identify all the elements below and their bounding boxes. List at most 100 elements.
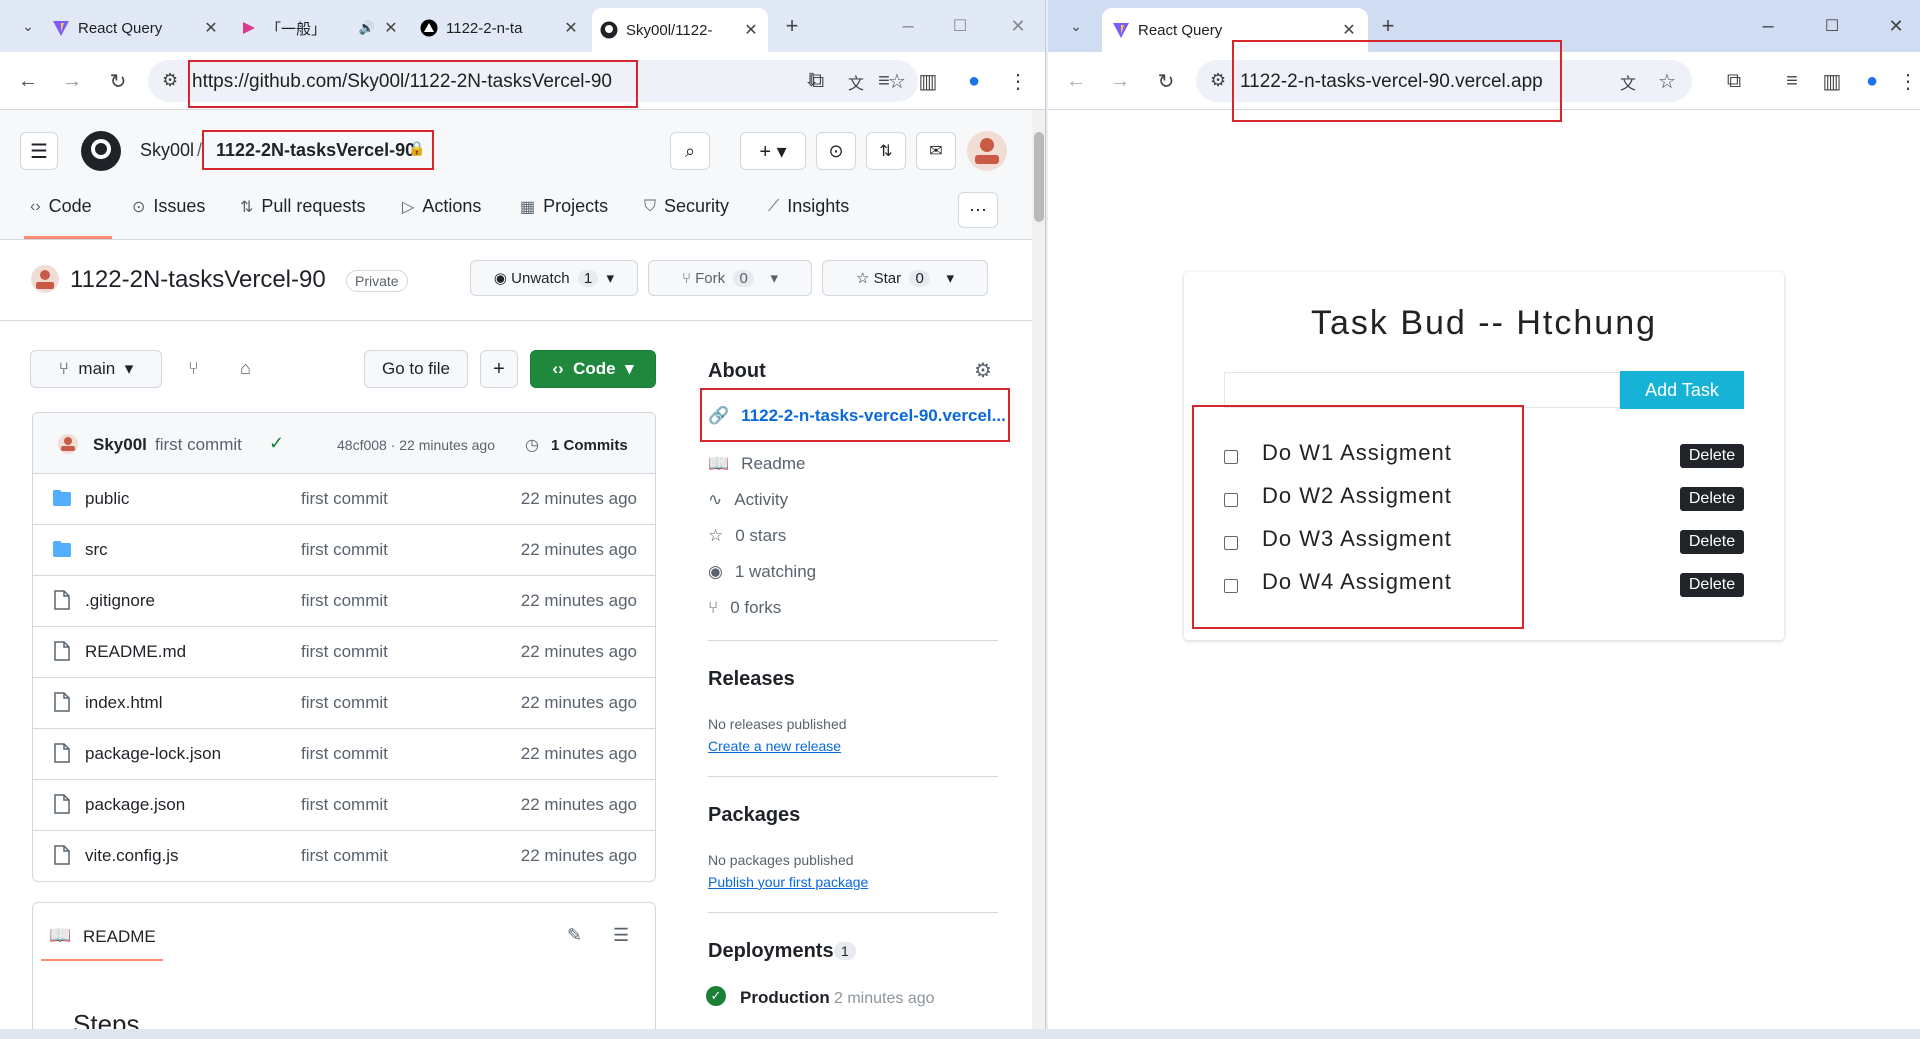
about-activity[interactable]: ∿ Activity (708, 490, 788, 510)
task-input[interactable] (1224, 372, 1620, 408)
address-url[interactable]: 1122-2-n-tasks-vercel-90.vercel.app (1240, 71, 1543, 93)
file-commit-message[interactable]: first commit (301, 540, 388, 560)
readme-tab[interactable]: README (83, 927, 156, 947)
homepage-url[interactable]: 1122-2-n-tasks-vercel-90.vercel... (741, 406, 1006, 426)
new-tab-icon[interactable]: + (1374, 12, 1402, 40)
close-icon[interactable]: ✕ (562, 18, 580, 38)
delete-task-button[interactable]: Delete (1680, 444, 1744, 468)
about-watching[interactable]: ◉ 1 watching (708, 562, 816, 582)
file-commit-message[interactable]: first commit (301, 693, 388, 713)
tab-search-icon[interactable]: ⌄ (14, 12, 42, 40)
about-forks[interactable]: ⑂ 0 forks (708, 598, 781, 618)
search-icon[interactable]: ⌕ (670, 132, 710, 170)
about-readme[interactable]: 📖 Readme (708, 454, 805, 474)
bookmark-star-icon[interactable]: ☆ (1658, 69, 1676, 94)
tab-github[interactable]: Sky00l/1122- ✕ (592, 8, 768, 52)
new-tab-icon[interactable]: + (778, 12, 806, 40)
close-icon[interactable]: ✕ (382, 18, 400, 38)
homepage-link[interactable]: 🔗 1122-2-n-tasks-vercel-90.vercel... (708, 406, 1006, 426)
file-commit-message[interactable]: first commit (301, 591, 388, 611)
menu-icon[interactable]: ⋮ (1004, 67, 1032, 95)
more-nav-button[interactable]: ⋯ (958, 192, 998, 228)
go-to-file-button[interactable]: Go to file (364, 350, 468, 388)
window-close-icon[interactable]: ✕ (1882, 12, 1910, 40)
file-commit-message[interactable]: first commit (301, 795, 388, 815)
profile-icon[interactable]: ● (960, 67, 988, 95)
repo-title[interactable]: 1122-2N-tasksVercel-90 (70, 266, 326, 294)
about-stars[interactable]: ☆ 0 stars (708, 526, 786, 546)
tab-react-query[interactable]: React Query ✕ (1102, 8, 1368, 52)
translate-icon[interactable]: 文 (848, 70, 864, 94)
file-name[interactable]: src (85, 540, 108, 560)
file-row[interactable]: package.json first commit 22 minutes ago (33, 779, 655, 830)
file-commit-message[interactable]: first commit (301, 489, 388, 509)
tab-react-query[interactable]: React Query ✕ (52, 10, 220, 46)
branch-select[interactable]: ⑂ main ▾ (30, 350, 162, 388)
create-new-button[interactable]: + ▾ (740, 132, 806, 170)
media-icon[interactable]: ≡ (870, 67, 898, 95)
branches-icon[interactable]: ⑂ (188, 358, 199, 379)
maximize-icon[interactable]: ☐ (1818, 12, 1846, 40)
nav-pull-requests[interactable]: ⇅ Pull requests (240, 196, 365, 217)
nav-code[interactable]: ‹› Code (30, 196, 92, 217)
outline-list-icon[interactable]: ☰ (613, 925, 629, 946)
menu-icon[interactable]: ⋮ (1894, 67, 1920, 95)
add-file-button[interactable]: + (480, 350, 518, 388)
reload-icon[interactable]: ↻ (104, 67, 132, 95)
file-commit-message[interactable]: first commit (301, 744, 388, 764)
gear-icon[interactable]: ⚙ (974, 358, 992, 383)
file-row[interactable]: .gitignore first commit 22 minutes ago (33, 575, 655, 626)
site-info-icon[interactable]: ⚙ (162, 70, 178, 91)
tab-search-icon[interactable]: ⌄ (1062, 12, 1090, 40)
file-row[interactable]: src first commit 22 minutes ago (33, 524, 655, 575)
publish-package-link[interactable]: Publish your first package (708, 874, 868, 890)
commit-count-link[interactable]: 1 Commits (551, 437, 628, 454)
delete-task-button[interactable]: Delete (1680, 487, 1744, 511)
file-commit-message[interactable]: first commit (301, 642, 388, 662)
task-checkbox[interactable] (1224, 579, 1238, 593)
issues-icon[interactable]: ⊙ (816, 132, 856, 170)
commit-author[interactable]: Sky00l (93, 435, 147, 455)
minimize-icon[interactable]: – (894, 12, 922, 40)
close-icon[interactable]: ✕ (742, 20, 760, 40)
scrollbar-thumb[interactable] (1034, 132, 1044, 222)
extensions-icon[interactable]: ⧉ (803, 67, 831, 95)
forward-icon[interactable]: → (58, 67, 86, 95)
nav-security[interactable]: ⛉ Security (644, 196, 729, 217)
site-info-icon[interactable]: ⚙ (1210, 70, 1226, 91)
nav-issues[interactable]: ⊙ Issues (132, 196, 205, 217)
pull-requests-icon[interactable]: ⇅ (866, 132, 906, 170)
repo-name-link[interactable]: 1122-2N-tasksVercel-90 (216, 140, 415, 161)
avatar[interactable] (966, 130, 1008, 172)
file-name[interactable]: README.md (85, 642, 186, 662)
tag-icon[interactable]: ⌂ (240, 358, 251, 379)
tab-general[interactable]: 「一般」 🔊 ✕ (240, 10, 400, 46)
close-icon[interactable]: ✕ (202, 18, 220, 38)
github-logo-icon[interactable] (80, 130, 122, 172)
media-icon[interactable]: ≡ (1778, 67, 1806, 95)
file-row[interactable]: package-lock.json first commit 22 minutes … (33, 728, 655, 779)
file-name[interactable]: package.json (85, 795, 185, 815)
reload-icon[interactable]: ↻ (1152, 67, 1180, 95)
file-row[interactable]: vite.config.js first commit 22 minutes ago (33, 830, 655, 881)
profile-icon[interactable]: ● (1858, 67, 1886, 95)
deployment-env-link[interactable]: Production (740, 988, 830, 1008)
file-row[interactable]: public first commit 22 minutes ago (33, 473, 655, 524)
tab-vercel[interactable]: 1122-2-n-ta ✕ (420, 10, 580, 46)
back-icon[interactable]: ← (14, 67, 42, 95)
file-name[interactable]: index.html (85, 693, 162, 713)
commit-message[interactable]: first commit (155, 435, 242, 455)
file-row[interactable]: README.md first commit 22 minutes ago (33, 626, 655, 677)
task-checkbox[interactable] (1224, 493, 1238, 507)
back-icon[interactable]: ← (1062, 67, 1090, 95)
file-name[interactable]: public (85, 489, 129, 509)
releases-heading[interactable]: Releases (708, 668, 795, 691)
forward-icon[interactable]: → (1106, 67, 1134, 95)
unwatch-button[interactable]: ◉ Unwatch 1 ▾ (470, 260, 638, 296)
file-row[interactable]: index.html first commit 22 minutes ago (33, 677, 655, 728)
translate-icon[interactable]: 文 (1620, 70, 1636, 94)
address-bar[interactable]: ⚙ 1122-2-n-tasks-vercel-90.vercel.app 文 … (1196, 60, 1692, 102)
file-name[interactable]: vite.config.js (85, 846, 179, 866)
edit-pencil-icon[interactable]: ✎ (567, 925, 582, 946)
create-release-link[interactable]: Create a new release (708, 738, 841, 754)
